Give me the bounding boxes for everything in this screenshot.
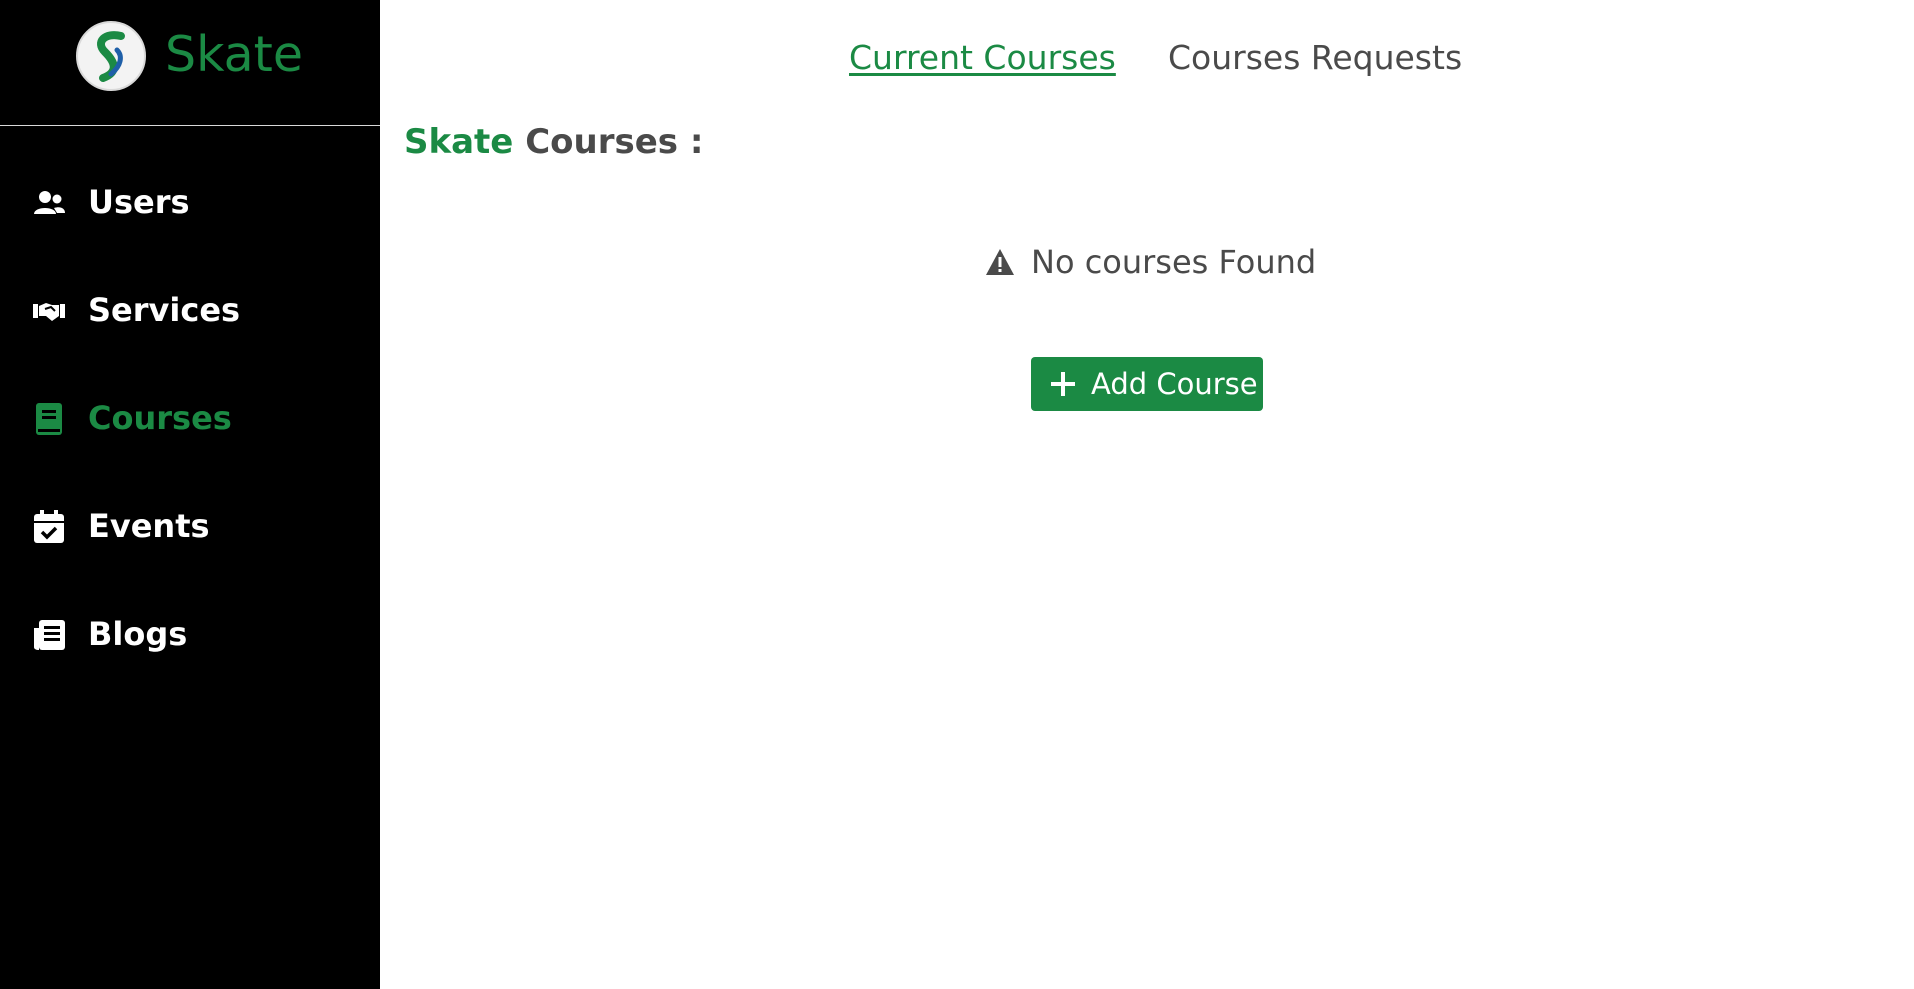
newspaper-icon [34, 620, 65, 650]
skate-s-logo-icon [76, 21, 146, 91]
handshake-icon [33, 303, 65, 321]
sidebar-item-events[interactable]: Events [0, 494, 380, 558]
brand-name: Skate [165, 26, 304, 83]
book-icon [36, 403, 62, 435]
tab-current-courses[interactable]: Current Courses [849, 36, 1116, 80]
sidebar-item-blogs[interactable]: Blogs [0, 602, 380, 666]
users-icon [34, 191, 65, 214]
main-content: Current Courses Courses Requests Skate C… [380, 0, 1914, 989]
sidebar-item-label: Courses [88, 399, 232, 437]
warning-icon [986, 249, 1014, 275]
page-title-rest: Courses : [513, 122, 704, 162]
app-root: Skate Users Services Courses Events Blog… [0, 0, 1914, 989]
sidebar-item-label: Blogs [88, 615, 188, 653]
add-course-label: Add Course [1091, 367, 1258, 401]
brand[interactable]: Skate [0, 0, 380, 126]
tab-courses-requests[interactable]: Courses Requests [1168, 36, 1462, 80]
empty-state-text: No courses Found [1031, 243, 1317, 281]
sidebar-item-label: Users [88, 183, 190, 221]
add-course-button[interactable]: Add Course [1031, 357, 1263, 411]
sidebar-item-users[interactable]: Users [0, 170, 380, 234]
plus-icon [1051, 372, 1075, 396]
page-title: Skate Courses : [404, 120, 703, 164]
sidebar-item-courses[interactable]: Courses [0, 386, 380, 450]
sidebar: Skate Users Services Courses Events Blog… [0, 0, 380, 989]
calendar-check-icon [34, 510, 64, 543]
page-title-accent: Skate [404, 122, 514, 162]
course-tabs: Current Courses Courses Requests [380, 36, 1914, 86]
sidebar-item-label: Events [88, 507, 210, 545]
sidebar-item-label: Services [88, 291, 241, 329]
sidebar-item-services[interactable]: Services [0, 278, 380, 342]
